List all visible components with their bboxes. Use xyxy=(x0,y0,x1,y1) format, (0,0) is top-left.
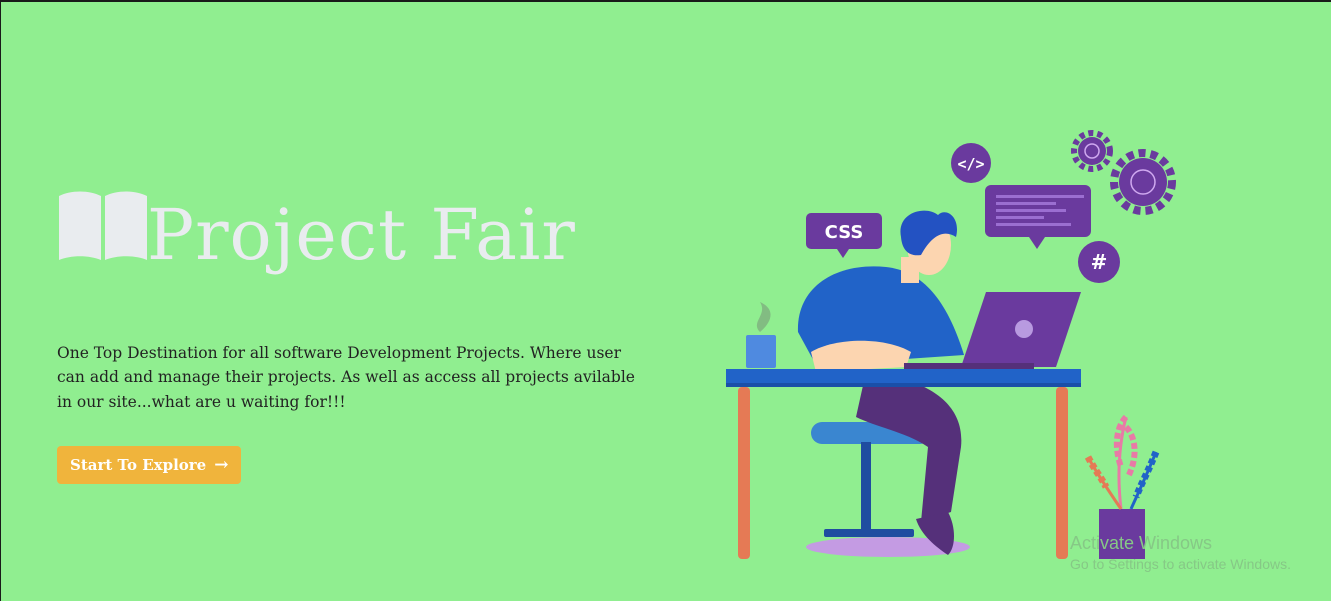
watermark-title: Activate Windows xyxy=(1070,533,1213,553)
css-bubble-icon: CSS xyxy=(806,213,882,258)
gear-large-icon xyxy=(1110,149,1176,215)
svg-text:#: # xyxy=(1091,250,1108,274)
chat-bubble-icon xyxy=(985,185,1091,249)
hero-section: Project Fair One Top Destination for all… xyxy=(57,188,657,484)
hero-description: One Top Destination for all software Dev… xyxy=(57,343,635,411)
developer-illustration: </> # CSS xyxy=(726,130,1176,559)
book-open-icon xyxy=(59,191,147,260)
windows-activation-watermark: Activate Windows Go to Settings to activ… xyxy=(1070,533,1291,572)
start-explore-button[interactable]: Start To Explore → xyxy=(57,445,242,484)
gear-small-icon xyxy=(1071,130,1113,172)
title-row: Project Fair xyxy=(57,188,657,317)
hash-bubble-icon: # xyxy=(1078,241,1120,283)
code-bubble-icon: </> xyxy=(951,143,991,183)
svg-text:</>: </> xyxy=(957,155,984,173)
coffee-mug-icon xyxy=(746,302,776,368)
watermark-subtitle: Go to Settings to activate Windows. xyxy=(1070,556,1291,572)
page-title: Project Fair xyxy=(147,194,576,276)
svg-text:CSS: CSS xyxy=(825,222,864,243)
arrow-right-icon: → xyxy=(214,454,229,475)
start-explore-label: Start To Explore xyxy=(70,455,207,474)
